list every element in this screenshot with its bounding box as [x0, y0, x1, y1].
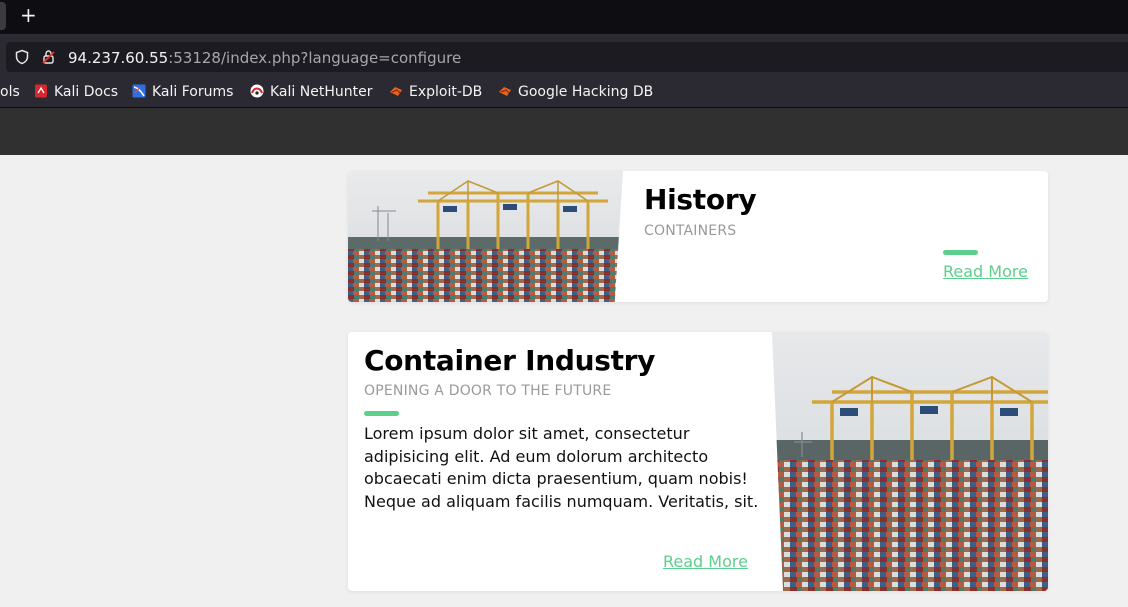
card-body-text: Lorem ipsum dolor sit amet, consectetur …	[364, 424, 759, 511]
tab-bar	[0, 0, 1128, 34]
card-subtitle: CONTAINERS	[644, 223, 737, 239]
bookmark-kali-docs[interactable]: Kali Docs	[34, 82, 118, 102]
bookmark-google-hacking-db[interactable]: Google Hacking DB	[498, 82, 653, 102]
exploit-db-icon	[390, 87, 402, 96]
shield-icon[interactable]	[14, 49, 30, 65]
url-path: :53128/index.php?language=configure	[168, 49, 462, 67]
url-text[interactable]: 94.237.60.55:53128/index.php?language=co…	[68, 47, 461, 69]
bookmark-exploit-db[interactable]: Exploit-DB	[389, 82, 482, 102]
bookmark-kali-forums[interactable]: Kali Forums	[132, 82, 233, 102]
card-title: History	[644, 183, 757, 216]
bookmark-label: Kali Docs	[54, 84, 119, 100]
read-more-link[interactable]: Read More	[663, 552, 748, 572]
bookmark-label: Kali Forums	[152, 84, 234, 100]
bookmark-label: Exploit-DB	[409, 84, 483, 100]
port-containers-photo	[772, 332, 1048, 591]
previous-tab[interactable]	[0, 2, 6, 30]
container-industry-card: Container Industry OPENING A DOOR TO THE…	[348, 332, 1048, 591]
bookmark-label: Google Hacking DB	[518, 84, 654, 100]
read-more-link[interactable]: Read More	[943, 262, 1028, 282]
kali-docs-icon	[35, 84, 47, 98]
history-card: History CONTAINERS Read More	[348, 171, 1048, 302]
bookmark-kali-nethunter[interactable]: Kali NetHunter	[250, 82, 372, 102]
url-host: 94.237.60.55	[68, 49, 169, 67]
port-containers-photo	[348, 171, 623, 302]
card-subtitle: OPENING A DOOR TO THE FUTURE	[364, 383, 612, 399]
bookmark-label: ols	[0, 84, 20, 100]
new-tab-button[interactable]: +	[20, 3, 38, 27]
accent-bar	[364, 411, 399, 416]
kali-nethunter-icon	[250, 84, 264, 98]
accent-bar	[943, 250, 978, 255]
site-header	[0, 108, 1128, 155]
bookmark-tools[interactable]: ols	[0, 82, 20, 102]
insecure-lock-icon[interactable]	[41, 49, 57, 65]
google-hacking-db-icon	[499, 87, 511, 96]
card-title: Container Industry	[364, 344, 656, 377]
bookmark-label: Kali NetHunter	[270, 84, 373, 100]
kali-forums-icon	[132, 84, 146, 98]
